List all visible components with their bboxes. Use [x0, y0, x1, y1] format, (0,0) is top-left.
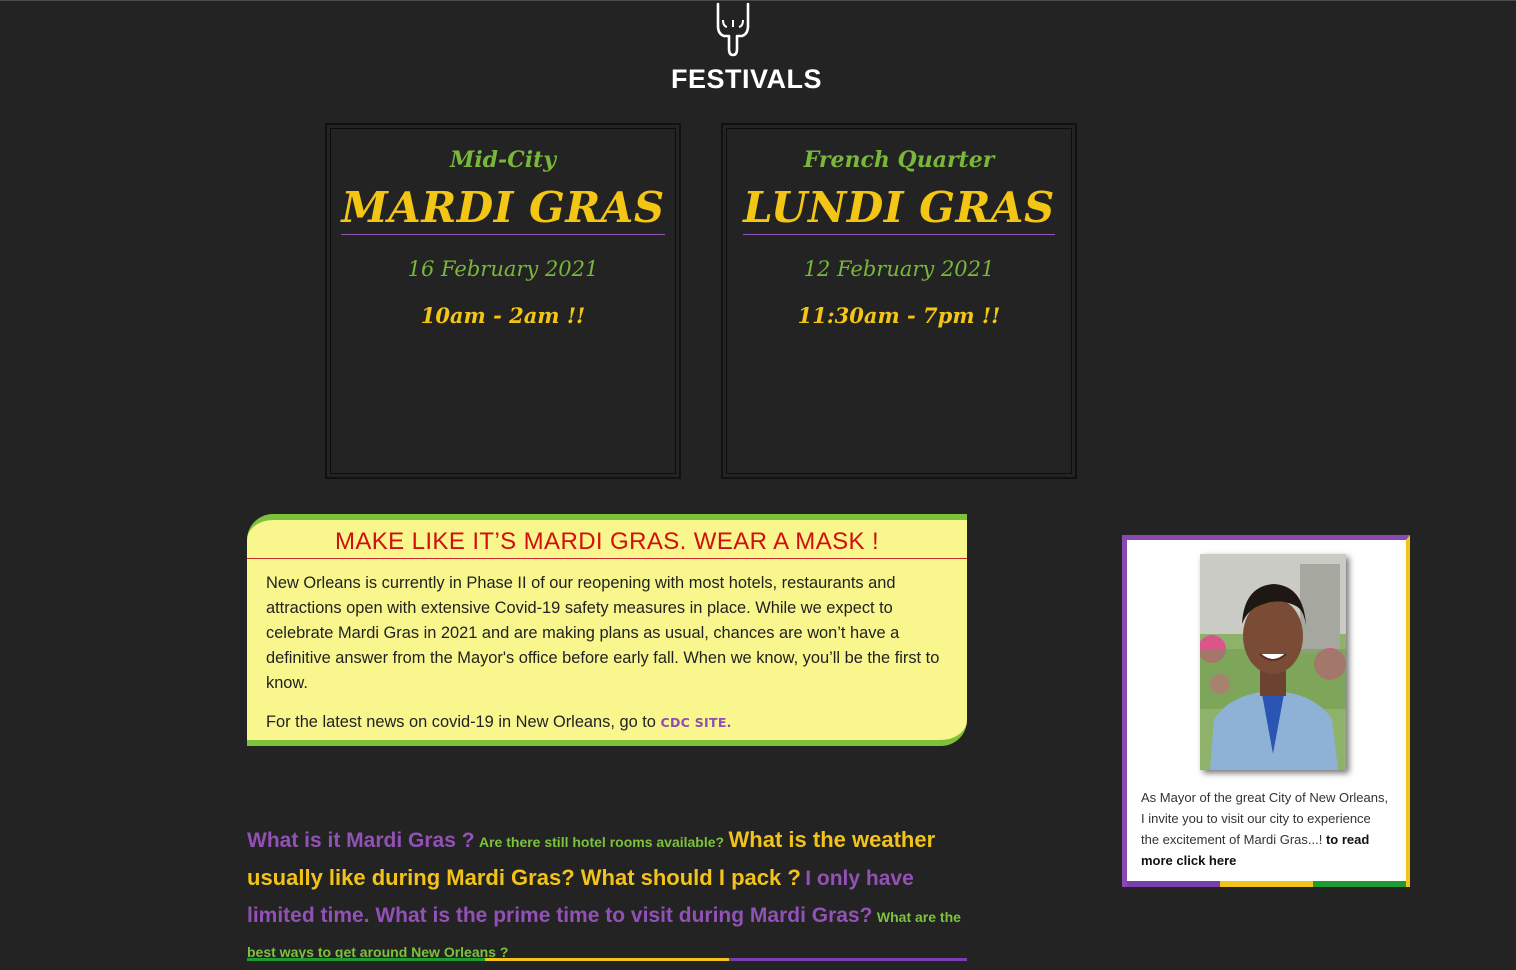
- festival-location: French Quarter: [803, 147, 995, 173]
- mask-notice-body: New Orleans is currently in Phase II of …: [266, 571, 948, 735]
- covid-news-prefix: For the latest news on covid-19 in New O…: [266, 713, 661, 731]
- mayor-card: As Mayor of the great City of New Orlean…: [1122, 535, 1410, 887]
- mask-notice-title: MAKE LIKE IT’S MARDI GRAS. WEAR A MASK !: [247, 528, 967, 559]
- festival-event-name: MARDI GRAS: [341, 183, 665, 235]
- festival-card-lundi-gras[interactable]: French Quarter LUNDI GRAS 12 February 20…: [721, 123, 1077, 479]
- mask-notice-panel: MAKE LIKE IT’S MARDI GRAS. WEAR A MASK !…: [247, 514, 967, 746]
- top-border: [0, 0, 1516, 1]
- festival-location: Mid-City: [449, 147, 557, 173]
- festival-card-mardi-gras[interactable]: Mid-City MARDI GRAS 16 February 2021 10a…: [325, 123, 681, 479]
- section-title: FESTIVALS: [670, 64, 822, 94]
- mayor-message: As Mayor of the great City of New Orlean…: [1141, 787, 1391, 871]
- mask-notice-text: New Orleans is currently in Phase II of …: [266, 574, 940, 692]
- mayor-card-tricolor-bar: [1127, 881, 1406, 887]
- faq-question-what-is-mardi-gras[interactable]: What is it Mardi Gras ?: [247, 829, 475, 852]
- pointing-hand-down-icon: [712, 0, 754, 58]
- festival-time: 10am - 2am !!: [420, 303, 586, 328]
- festival-date: 12 February 2021: [803, 257, 995, 281]
- tricolor-divider: [247, 958, 967, 961]
- faq-questions: What is it Mardi Gras ? Are there still …: [247, 822, 967, 970]
- festival-date: 16 February 2021: [407, 257, 599, 281]
- festival-time: 11:30am - 7pm !!: [797, 303, 1001, 328]
- cdc-site-link[interactable]: CDC SITE.: [660, 715, 731, 730]
- faq-question-hotel-rooms[interactable]: Are there still hotel rooms available?: [479, 834, 724, 850]
- mayor-portrait: [1200, 554, 1346, 770]
- covid-news-line: For the latest news on covid-19 in New O…: [266, 710, 948, 735]
- festival-event-name: LUNDI GRAS: [743, 183, 1055, 235]
